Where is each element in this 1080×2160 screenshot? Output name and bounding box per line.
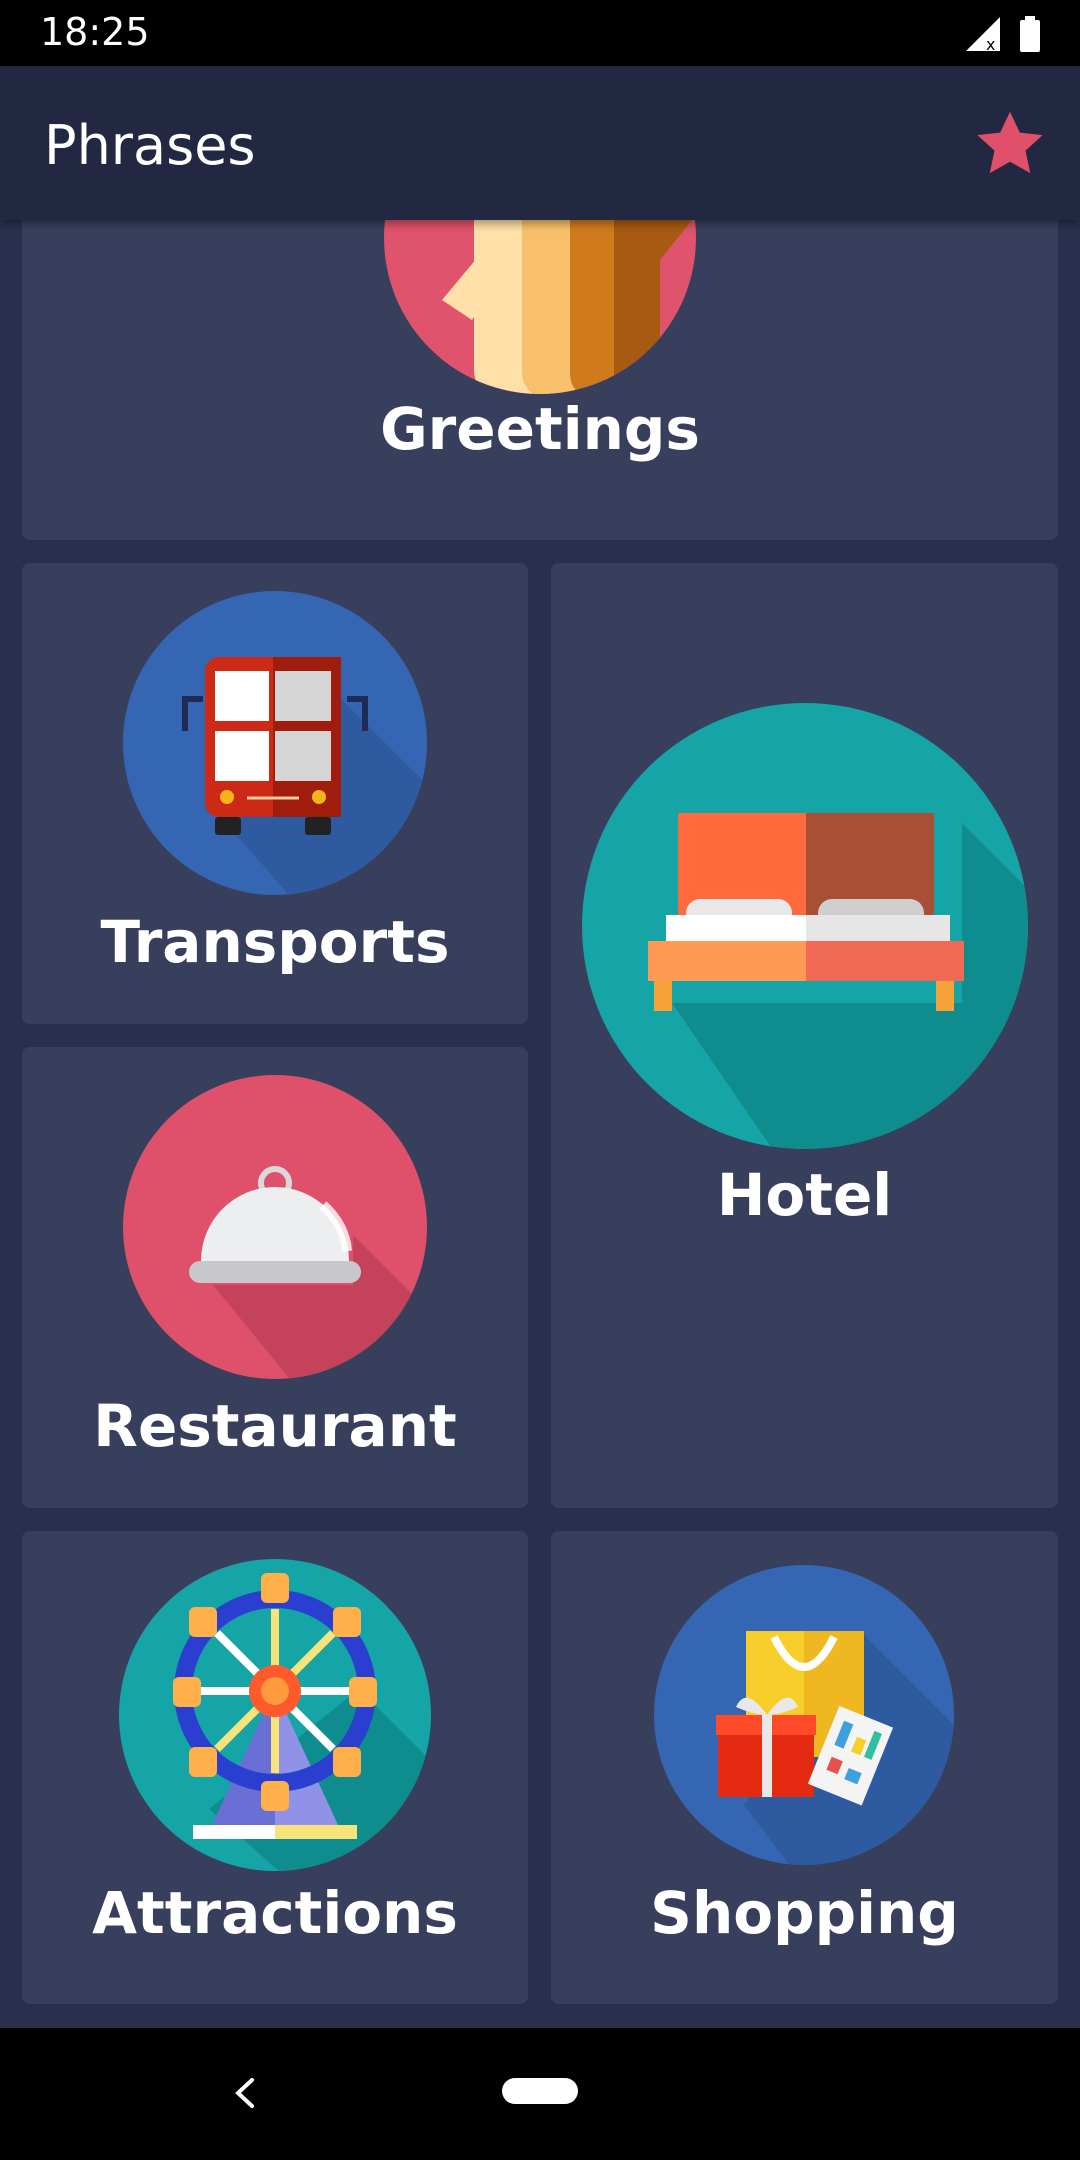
category-card-hotel[interactable]: Hotel — [551, 563, 1058, 1508]
category-grid: Greetings Transports Hotel Restaurant At… — [0, 220, 1080, 2028]
signal-icon: x — [966, 17, 1000, 51]
category-card-greetings[interactable]: Greetings — [22, 220, 1058, 540]
category-label: Hotel — [716, 1161, 893, 1229]
ferris-wheel-icon — [119, 1559, 431, 1871]
star-icon — [977, 111, 1043, 174]
category-label: Restaurant — [93, 1392, 457, 1460]
battery-icon — [1020, 16, 1040, 52]
status-time: 18:25 — [40, 10, 150, 54]
category-card-restaurant[interactable]: Restaurant — [22, 1047, 528, 1508]
shopping-bag-icon — [654, 1565, 954, 1865]
category-label: Transports — [100, 908, 450, 976]
hands-icon — [382, 220, 698, 396]
favorites-button[interactable] — [972, 106, 1048, 182]
page-title: Phrases — [44, 114, 256, 177]
status-icons: x — [966, 16, 1040, 52]
category-card-attractions[interactable]: Attractions — [22, 1531, 528, 2004]
home-button[interactable] — [502, 2078, 578, 2104]
category-label: Shopping — [650, 1879, 959, 1947]
category-card-transports[interactable]: Transports — [22, 563, 528, 1024]
category-card-shopping[interactable]: Shopping — [551, 1531, 1058, 2004]
bed-icon — [582, 703, 1028, 1149]
back-button[interactable] — [220, 2068, 270, 2118]
navigation-bar — [0, 2028, 1080, 2160]
back-icon — [235, 2078, 254, 2108]
status-bar: 18:25 x — [0, 0, 1080, 66]
app-bar: Phrases — [0, 66, 1080, 220]
category-label: Attractions — [92, 1879, 458, 1947]
svg-text:x: x — [986, 35, 995, 51]
cloche-icon — [123, 1075, 427, 1379]
bus-icon — [123, 591, 427, 895]
category-label: Greetings — [380, 395, 700, 463]
